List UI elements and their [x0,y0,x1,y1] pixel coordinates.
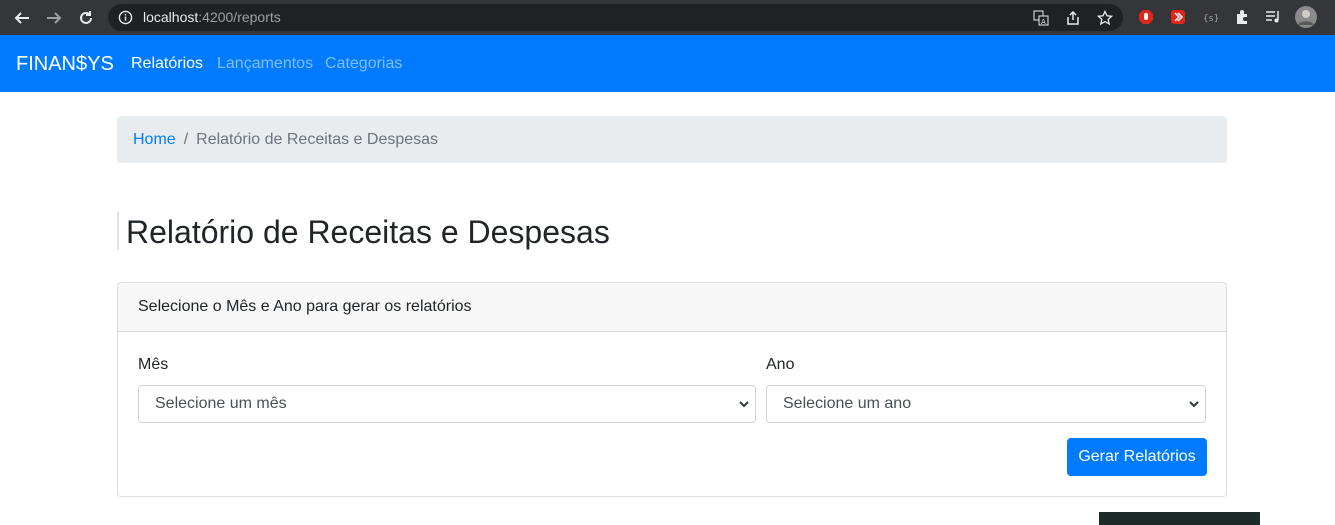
month-select-value: Selecione um mês [155,395,287,412]
breadcrumb-current: Relatório de Receitas e Despesas [196,130,439,148]
brand-logo[interactable]: FINAN$YS [16,53,114,76]
year-select[interactable]: Selecione um ano [766,385,1206,423]
title-accent-bar [117,212,119,250]
media-control-icon[interactable] [1265,9,1281,25]
nav-link-relatorios[interactable]: Relatórios [131,55,203,73]
translate-icon[interactable]: A [1033,10,1049,26]
chevron-down-icon [737,397,751,411]
app-navbar: FINAN$YS Relatórios Lançamentos Categori… [0,35,1335,92]
month-label: Mês [138,356,169,373]
address-bar[interactable]: localhost:4200/reports A [108,4,1123,31]
url-text: localhost:4200/reports [143,9,281,25]
report-filter-card: Selecione o Mês e Ano para gerar os rela… [117,282,1227,497]
year-label: Ano [766,356,795,373]
forward-arrow-icon[interactable] [43,7,65,29]
year-select-value: Selecione um ano [783,395,912,412]
browser-toolbar: localhost:4200/reports A {s} [0,0,1335,35]
back-arrow-icon[interactable] [11,7,33,29]
nav-link-categorias[interactable]: Categorias [325,55,402,73]
svg-text:{s}: {s} [1203,14,1218,24]
bookmark-star-icon[interactable] [1096,9,1114,26]
breadcrumb: Home / Relatório de Receitas e Despesas [117,116,1227,163]
video-extension-icon[interactable] [1170,9,1186,25]
page-title: Relatório de Receitas e Despesas [126,214,610,250]
breadcrumb-home-link[interactable]: Home [133,131,176,149]
chevron-down-icon [1187,397,1201,411]
breadcrumb-separator: / [183,130,189,148]
json-extension-icon[interactable]: {s} [1202,9,1219,25]
adblock-extension-icon[interactable] [1138,9,1154,25]
nav-link-lancamentos[interactable]: Lançamentos [217,55,313,73]
svg-text:A: A [1041,18,1046,26]
puzzle-extensions-icon[interactable] [1234,9,1250,25]
reload-icon[interactable] [75,7,97,29]
share-icon[interactable] [1065,10,1081,26]
site-info-icon[interactable] [118,10,133,30]
overlay-popup [1099,512,1260,525]
month-select[interactable]: Selecione um mês [138,385,756,423]
card-header: Selecione o Mês e Ano para gerar os rela… [118,283,1226,332]
profile-avatar-icon[interactable] [1295,6,1317,28]
generate-reports-button[interactable]: Gerar Relatórios [1067,438,1207,476]
